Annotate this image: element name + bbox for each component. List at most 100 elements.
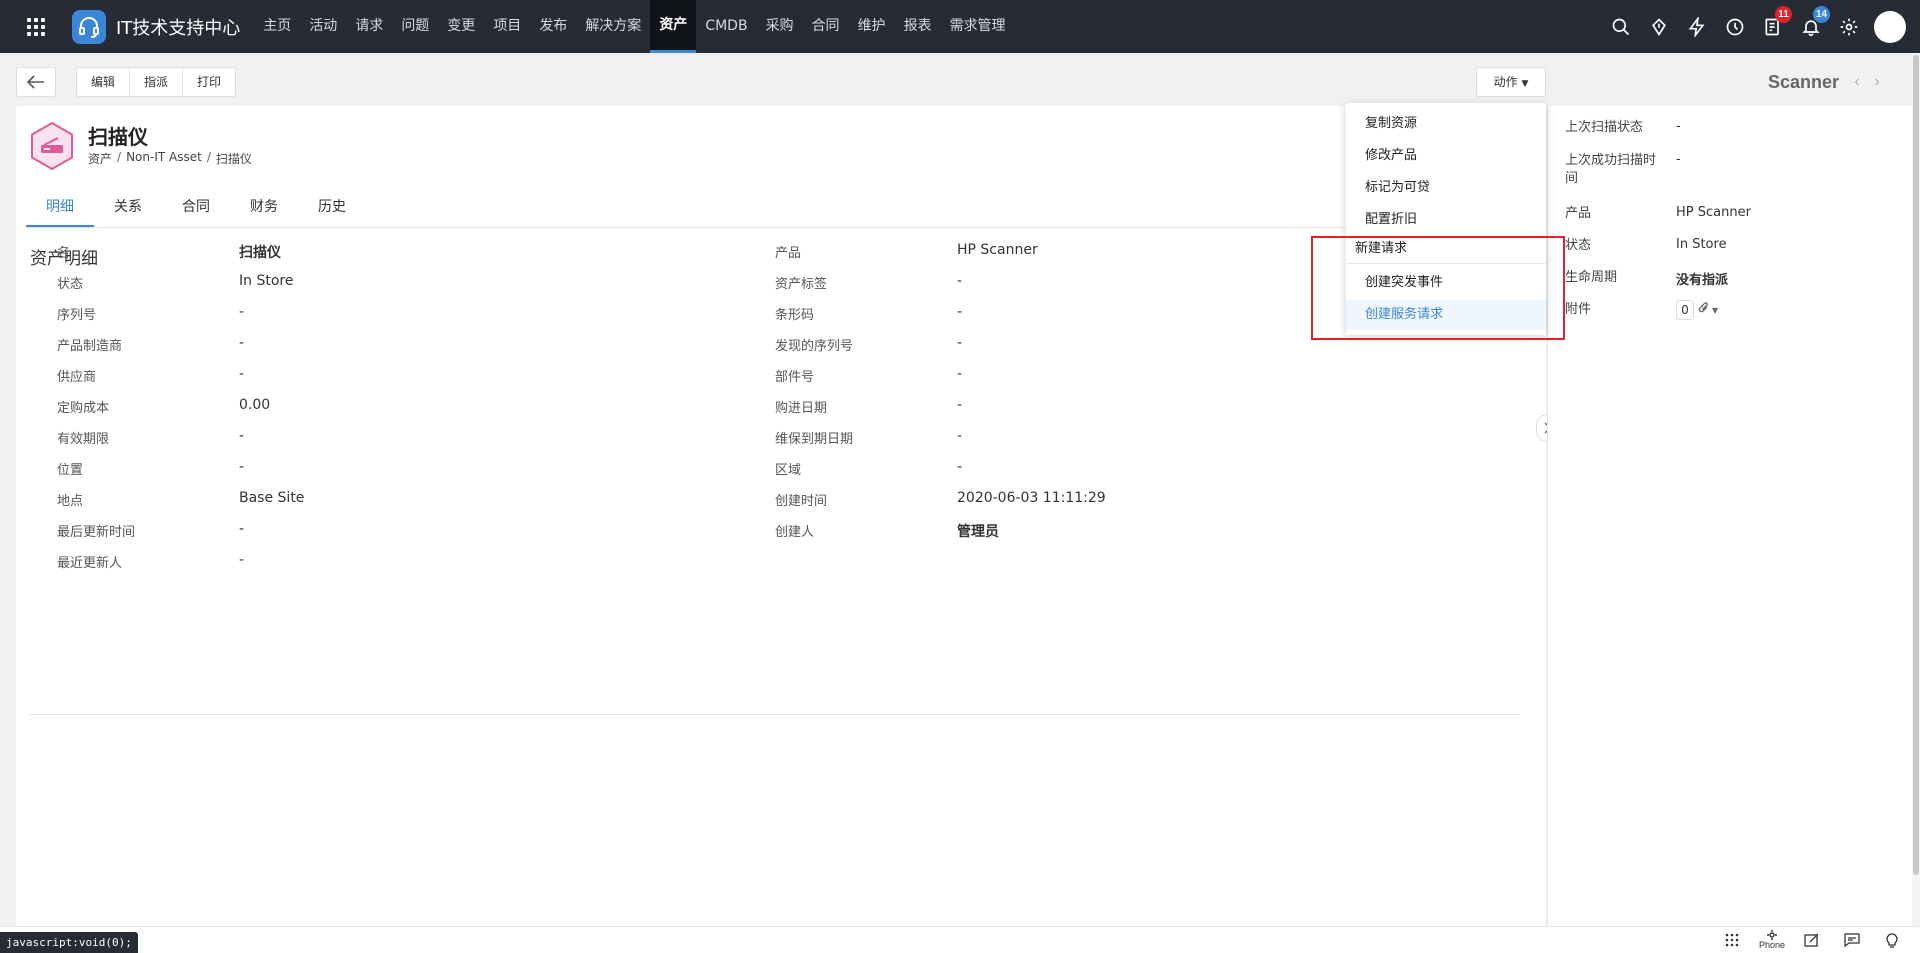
- nav-menu-item[interactable]: 活动: [300, 0, 346, 53]
- attachments[interactable]: 0 ▼: [1676, 300, 1718, 320]
- toolbar-button-group: 编辑 指派 打印: [76, 67, 237, 97]
- gear-icon[interactable]: [1830, 0, 1868, 53]
- field-value: 2020-06-03 11:11:29: [957, 490, 1106, 506]
- scrollbar-thumb[interactable]: [1913, 55, 1919, 875]
- breadcrumb-item[interactable]: 资产: [88, 150, 112, 167]
- breadcrumb-separator: /: [117, 150, 122, 164]
- nav-menu-item[interactable]: 项目: [484, 0, 530, 53]
- breadcrumb: 资产 / Non-IT Asset / 扫描仪: [88, 150, 257, 167]
- field-value: -: [957, 304, 963, 320]
- nav-menu-item[interactable]: 发布: [530, 0, 576, 53]
- menu-item-configure-depreciation[interactable]: 配置折旧: [1346, 205, 1546, 235]
- print-button[interactable]: 打印: [182, 68, 235, 96]
- top-navigation: IT技术支持中心 主页 活动 请求 问题 变更 项目 发布 解决方案 资产 CMDB 采购 合同 维护报…: [0, 0, 1920, 53]
- nav-menu-item[interactable]: 主页: [254, 0, 300, 53]
- rp-value: HP Scanner: [1676, 205, 1751, 220]
- field-value: -: [239, 521, 245, 537]
- nav-menu-item[interactable]: CMDB: [696, 0, 756, 53]
- field-label: 状态: [57, 277, 84, 292]
- note-edit-icon[interactable]: [1792, 926, 1832, 953]
- paperclip-icon[interactable]: [1698, 301, 1710, 319]
- field-value: -: [957, 366, 963, 382]
- menu-item-modify-product[interactable]: 修改产品: [1346, 141, 1546, 171]
- nav-menu-item[interactable]: 请求: [346, 0, 392, 53]
- record-pager: Scanner ‹ ›: [1768, 68, 1887, 96]
- nav-menu-item[interactable]: 解决方案: [576, 0, 650, 53]
- field-value: -: [957, 428, 963, 444]
- lightning-icon[interactable]: [1678, 0, 1716, 53]
- tasks-icon[interactable]: 11: [1754, 0, 1792, 53]
- search-icon[interactable]: [1602, 0, 1640, 53]
- ai-sparkle-icon[interactable]: [1640, 0, 1678, 53]
- field-value: HP Scanner: [957, 242, 1038, 258]
- field-label: 资产标签: [775, 277, 828, 292]
- tab-history[interactable]: 历史: [298, 186, 366, 227]
- rp-value: -: [1676, 119, 1681, 134]
- lightbulb-icon[interactable]: [1872, 926, 1912, 953]
- nav-menu-item[interactable]: 合同: [803, 0, 849, 53]
- nav-menu-item[interactable]: 采购: [757, 0, 803, 53]
- previous-record-icon[interactable]: ‹: [1847, 73, 1867, 91]
- tasks-badge: 11: [1775, 6, 1792, 23]
- chevron-down-icon: ▼: [1521, 79, 1529, 89]
- field-value: 0.00: [239, 397, 271, 413]
- edit-button[interactable]: 编辑: [77, 68, 129, 96]
- rp-label: 上次成功扫描时间: [1565, 153, 1657, 186]
- attachment-count: 0: [1676, 300, 1694, 320]
- field-label: 有效期限: [57, 432, 110, 447]
- field-value: -: [239, 459, 245, 475]
- field-label: 创建时间: [775, 494, 828, 509]
- app-title: IT技术支持中心: [116, 17, 241, 39]
- bell-icon[interactable]: 14: [1792, 0, 1831, 53]
- rp-label: 状态: [1565, 238, 1592, 253]
- field-value: -: [957, 273, 963, 289]
- nav-menu-item[interactable]: 资产: [650, 0, 697, 53]
- phone-label: Phone: [1758, 940, 1786, 950]
- nav-menu-item[interactable]: 问题: [392, 0, 438, 53]
- tab-finance[interactable]: 财务: [230, 186, 298, 227]
- app-launcher-icon[interactable]: [18, 0, 54, 53]
- rp-label: 生命周期: [1565, 270, 1618, 285]
- field-value: -: [239, 428, 245, 444]
- asset-detail-card: 扫描仪 资产 / Non-IT Asset / 扫描仪 明细 关系 合同 财务 …: [16, 106, 1546, 926]
- tab-relationships[interactable]: 关系: [94, 186, 162, 227]
- chevron-down-icon[interactable]: ▼: [1712, 306, 1718, 315]
- brand[interactable]: IT技术支持中心: [72, 9, 241, 44]
- menu-item-copy-resource[interactable]: 复制资源: [1346, 109, 1546, 139]
- field-label: 区域: [775, 463, 802, 478]
- avatar[interactable]: [1874, 10, 1906, 43]
- field-label: 发现的序列号: [775, 339, 854, 354]
- actions-button[interactable]: 动作 ▼: [1476, 67, 1546, 97]
- nav-menu-item[interactable]: 报表: [895, 0, 941, 53]
- menu-item-create-incident[interactable]: 创建突发事件: [1346, 268, 1546, 298]
- assign-button[interactable]: 指派: [129, 68, 182, 96]
- back-button[interactable]: [16, 67, 56, 97]
- rp-label: 上次扫描状态: [1565, 120, 1644, 135]
- tab-contracts[interactable]: 合同: [162, 186, 230, 227]
- nav-icons: 11 14: [1602, 0, 1906, 53]
- next-record-icon[interactable]: ›: [1867, 73, 1887, 91]
- tab-details[interactable]: 明细: [26, 186, 94, 227]
- chat-icon[interactable]: [1832, 926, 1872, 953]
- dialpad-icon[interactable]: [1712, 926, 1752, 953]
- headset-logo-icon: [72, 9, 106, 44]
- phone-settings-icon[interactable]: Phone: [1752, 926, 1792, 953]
- field-label: 购进日期: [775, 401, 828, 416]
- menu-item-mark-loanable[interactable]: 标记为可贷: [1346, 173, 1546, 203]
- breadcrumb-separator: /: [206, 150, 211, 164]
- status-url: javascript:void(0);: [0, 932, 138, 953]
- divider: [30, 714, 1520, 715]
- breadcrumb-item: 扫描仪: [215, 152, 252, 166]
- main-menu: 主页 活动 请求 问题 变更 项目 发布 解决方案 资产 CMDB 采购 合同 维护 报表 需求管理: [254, 0, 1014, 53]
- field-label: 部件号: [775, 370, 815, 385]
- nav-menu-item[interactable]: 需求管理: [941, 0, 1015, 53]
- nav-menu-item[interactable]: 维护: [849, 0, 895, 53]
- field-value: Base Site: [239, 490, 305, 506]
- nav-menu-item[interactable]: 变更: [438, 0, 484, 53]
- breadcrumb-item[interactable]: Non-IT Asset: [126, 150, 202, 167]
- rp-label: 附件: [1565, 302, 1592, 317]
- menu-item-create-service-request[interactable]: 创建服务请求: [1346, 300, 1546, 330]
- history-icon[interactable]: [1716, 0, 1754, 53]
- field-label: 名: [57, 246, 71, 261]
- scanner-asset-icon: [30, 121, 74, 171]
